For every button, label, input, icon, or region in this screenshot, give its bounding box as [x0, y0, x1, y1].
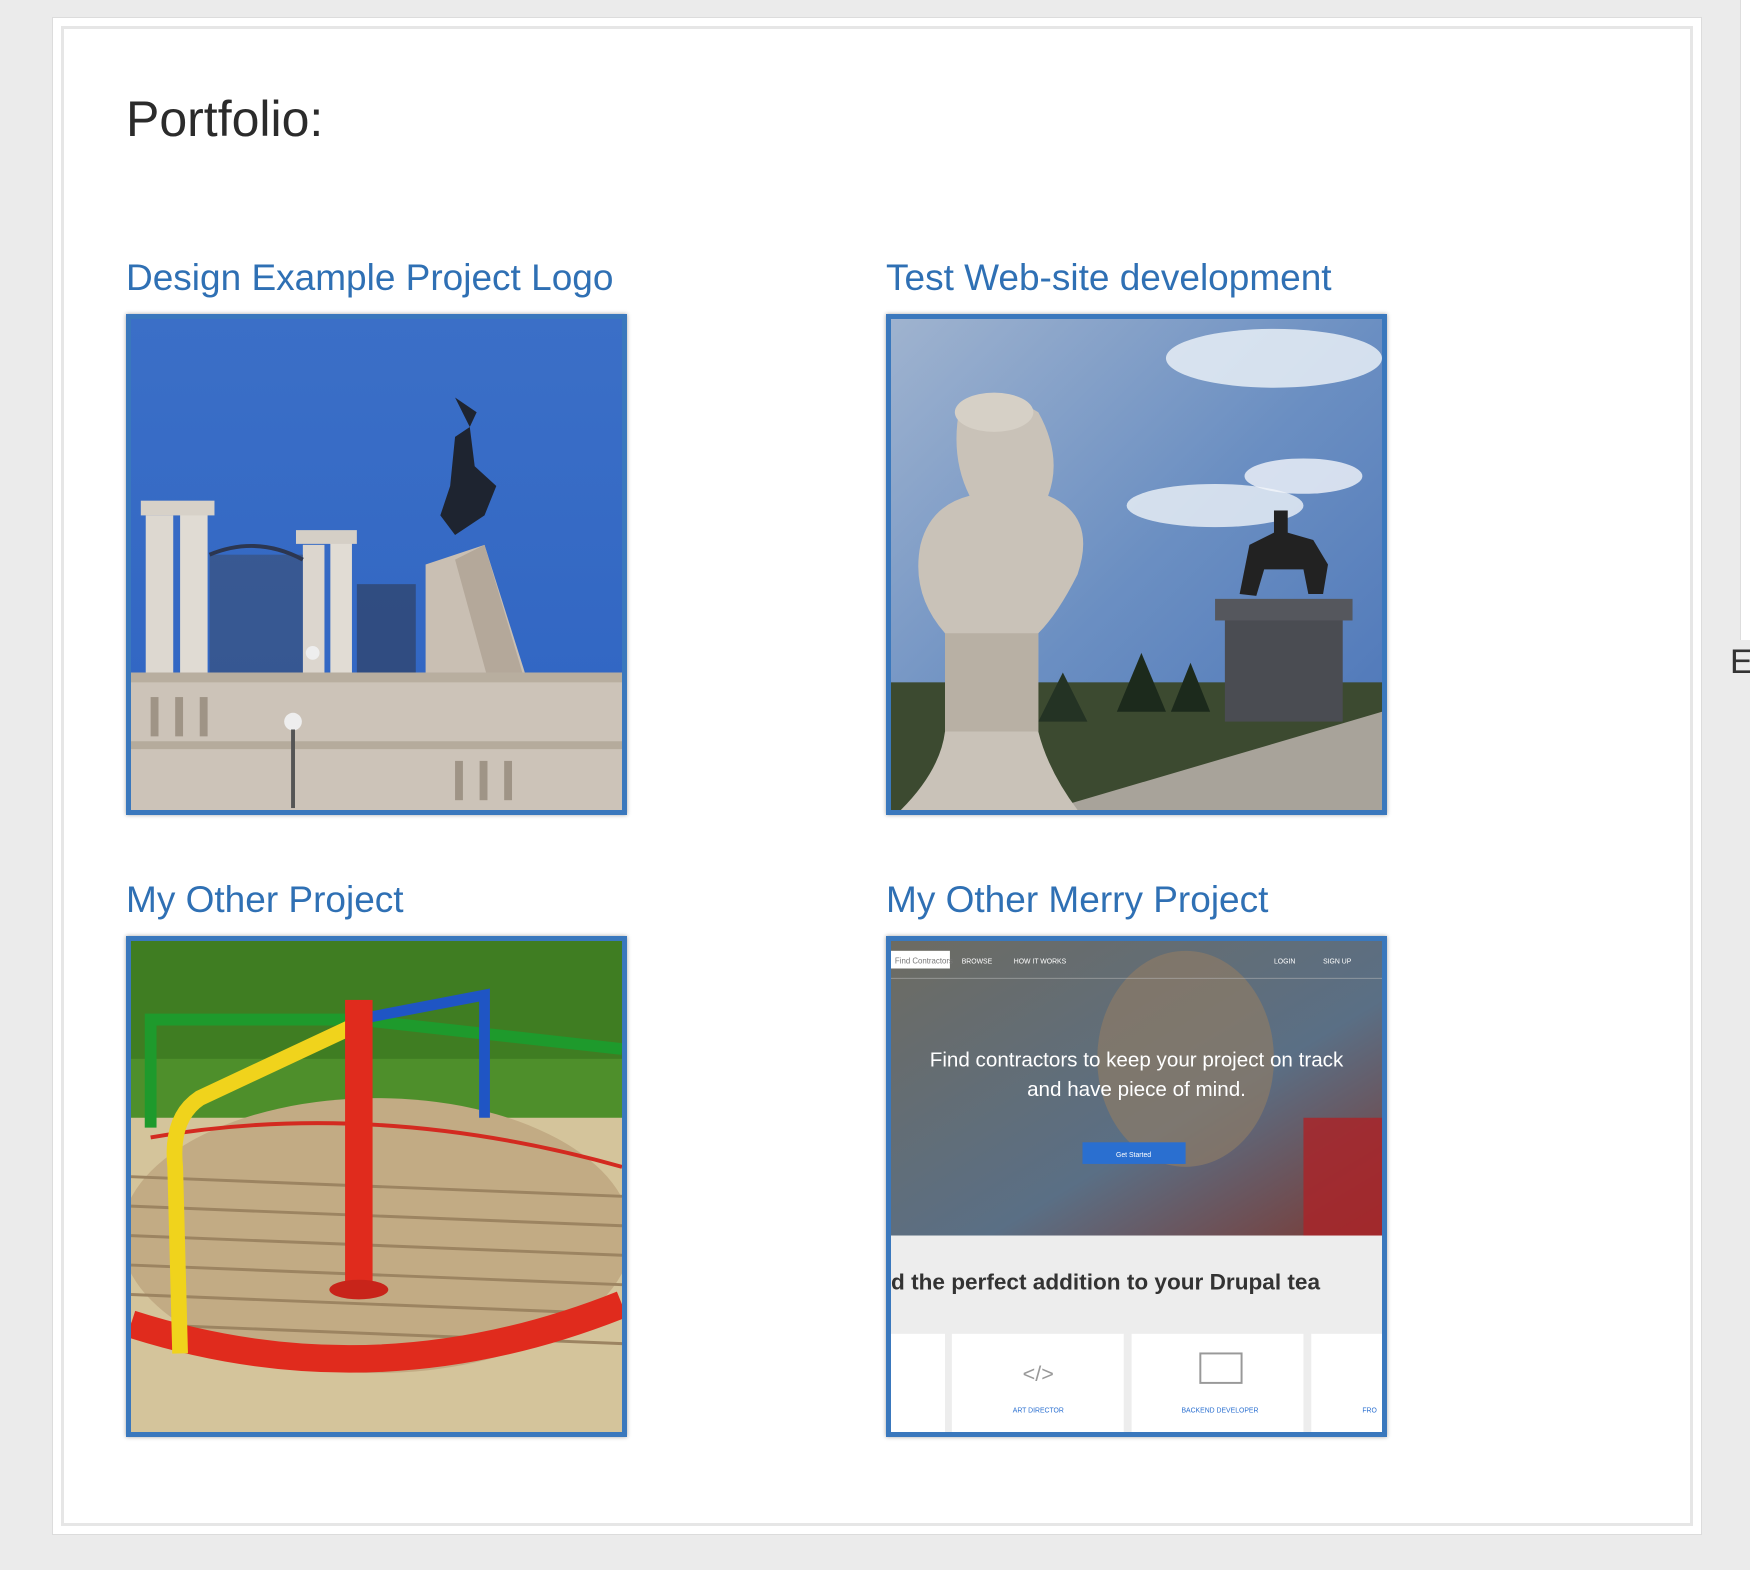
project-title-link[interactable]: Test Web-site development — [886, 254, 1406, 302]
hero-line-2: and have piece of mind. — [1027, 1078, 1246, 1101]
project-item: My Other Merry Project Find Contractors … — [886, 876, 1406, 1437]
project-thumbnail[interactable]: Find Contractors BROWSE HOW IT WORKS LOG… — [886, 936, 1387, 1437]
nav-how-text: HOW IT WORKS — [1014, 959, 1067, 966]
monument-photo — [131, 319, 622, 810]
project-thumbnail[interactable] — [126, 314, 627, 815]
portfolio-card: Portfolio: Design Example Project Logo T… — [52, 17, 1702, 1535]
adjacent-panel-edge — [1740, 0, 1750, 640]
project-item: My Other Project — [126, 876, 646, 1437]
hero-line-1: Find contractors to keep your project on… — [930, 1049, 1344, 1072]
project-thumbnail[interactable] — [886, 314, 1387, 815]
project-thumbnail[interactable] — [126, 936, 627, 1437]
adjacent-panel-letter: E — [1730, 643, 1750, 681]
card-3-label: FRO — [1362, 1407, 1376, 1414]
statue-photo — [891, 319, 1382, 810]
portfolio-heading: Portfolio: — [126, 91, 324, 147]
tagline-text: d the perfect addition to your Drupal te… — [891, 1270, 1320, 1295]
website-screenshot: Find Contractors BROWSE HOW IT WORKS LOG… — [891, 941, 1382, 1432]
project-item: Test Web-site development — [886, 254, 1406, 815]
project-title-link[interactable]: My Other Merry Project — [886, 876, 1406, 924]
project-title-link[interactable]: Design Example Project Logo — [126, 254, 646, 302]
nav-signup-text: SIGN UP — [1323, 959, 1352, 966]
nav-login-text: LOGIN — [1274, 959, 1295, 966]
playground-photo — [131, 941, 622, 1432]
card-2-label: BACKEND DEVELOPER — [1181, 1407, 1258, 1414]
card-1-label: ART DIRECTOR — [1013, 1407, 1064, 1414]
project-item: Design Example Project Logo — [126, 254, 646, 815]
nav-search-text: Find Contractors — [895, 957, 953, 966]
project-title-link[interactable]: My Other Project — [126, 876, 646, 924]
svg-text:</>: </> — [1023, 1361, 1054, 1386]
nav-browse-text: BROWSE — [962, 959, 993, 966]
cta-text: Get Started — [1116, 1152, 1151, 1159]
